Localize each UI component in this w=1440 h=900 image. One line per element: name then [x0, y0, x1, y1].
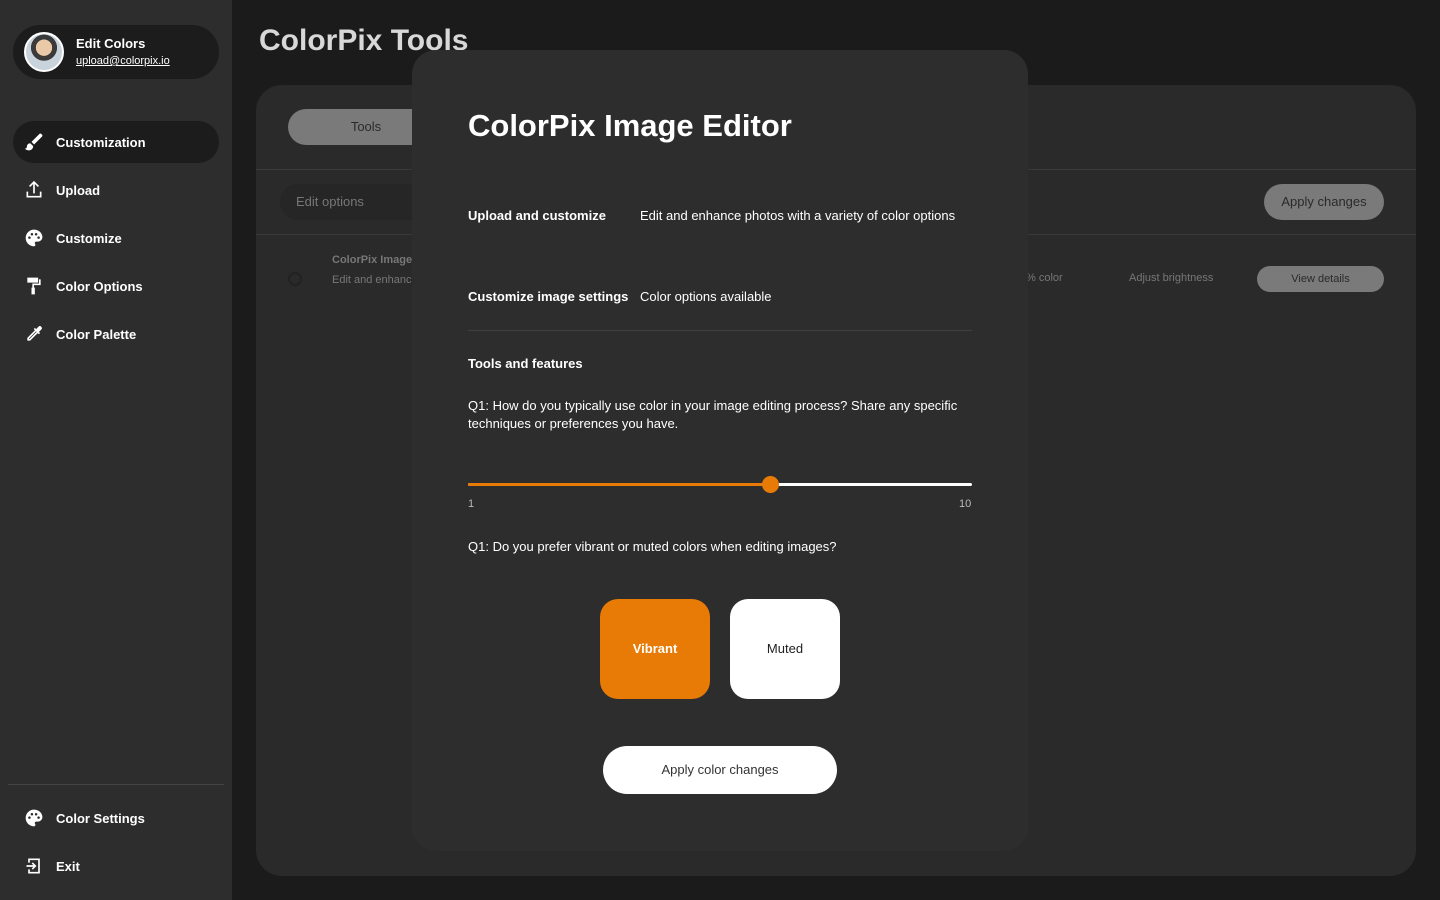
paint-roller-icon [23, 275, 45, 297]
row-brightness: Adjust brightness [1129, 272, 1214, 284]
sidebar-item-label: Customize [56, 230, 122, 246]
sidebar-item-exit[interactable]: Exit [13, 845, 219, 887]
image-editor-modal: ColorPix Image Editor Upload and customi… [412, 50, 1028, 851]
sidebar-item-label: Color Options [56, 278, 143, 294]
sidebar-item-color-palette[interactable]: Color Palette [13, 313, 219, 355]
sidebar: Edit Colors upload@colorpix.io Customiza… [0, 0, 232, 900]
palette-icon [23, 227, 45, 249]
info-value: Color options available [640, 289, 772, 304]
slider-min-label: 1 [468, 498, 475, 510]
profile-email-link[interactable]: upload@colorpix.io [76, 53, 170, 69]
info-label: Upload and customize [468, 208, 606, 223]
edit-options-input[interactable]: Edit options [280, 184, 430, 220]
slider-fill [468, 483, 771, 486]
sidebar-item-label: Upload [56, 182, 101, 198]
slider-max-label: 10 [959, 498, 972, 510]
profile-name: Edit Colors [76, 36, 146, 51]
row-title: ColorPix Image [332, 254, 413, 266]
view-details-button[interactable]: View details [1257, 266, 1384, 292]
apply-color-changes-button[interactable]: Apply color changes [603, 746, 837, 794]
question-text: Q1: How do you typically use color in yo… [468, 398, 958, 431]
sidebar-item-upload[interactable]: Upload [13, 169, 219, 211]
muted-option-button[interactable]: Muted [730, 599, 840, 699]
apply-changes-button[interactable]: Apply changes [1264, 184, 1384, 220]
palette-icon [23, 807, 45, 829]
sidebar-divider [8, 784, 224, 785]
exit-icon [23, 855, 45, 877]
sidebar-item-label: Exit [56, 858, 80, 874]
upload-icon [23, 179, 45, 201]
divider [468, 330, 972, 331]
sidebar-bottom-nav: Color Settings Exit [13, 797, 219, 893]
slider-thumb[interactable] [762, 476, 780, 493]
sidebar-item-color-settings[interactable]: Color Settings [13, 797, 219, 839]
sidebar-item-label: Color Settings [56, 810, 145, 826]
eyedropper-icon [23, 323, 45, 345]
row-subtitle: Edit and enhanc [332, 274, 412, 286]
section-title: Tools and features [468, 356, 583, 371]
vibrant-option-button[interactable]: Vibrant [600, 599, 710, 699]
sidebar-item-customization[interactable]: Customization [13, 121, 219, 163]
row-checkbox[interactable] [288, 272, 302, 286]
brush-icon [23, 131, 45, 153]
avatar [24, 32, 64, 72]
sidebar-item-label: Color Palette [56, 326, 137, 342]
info-label: Customize image settings [468, 289, 629, 304]
rating-slider[interactable] [468, 475, 972, 495]
question-text: Q1: Do you prefer vibrant or muted color… [468, 539, 837, 554]
row-color: % color [1026, 272, 1063, 284]
profile-card[interactable]: Edit Colors upload@colorpix.io [13, 25, 219, 79]
sidebar-item-color-options[interactable]: Color Options [13, 265, 219, 307]
sidebar-item-customize[interactable]: Customize [13, 217, 219, 259]
info-value: Edit and enhance photos with a variety o… [640, 208, 956, 223]
sidebar-nav: Customization Upload Customize Color Opt… [13, 121, 219, 361]
modal-title: ColorPix Image Editor [468, 108, 792, 143]
sidebar-item-label: Customization [56, 134, 146, 150]
